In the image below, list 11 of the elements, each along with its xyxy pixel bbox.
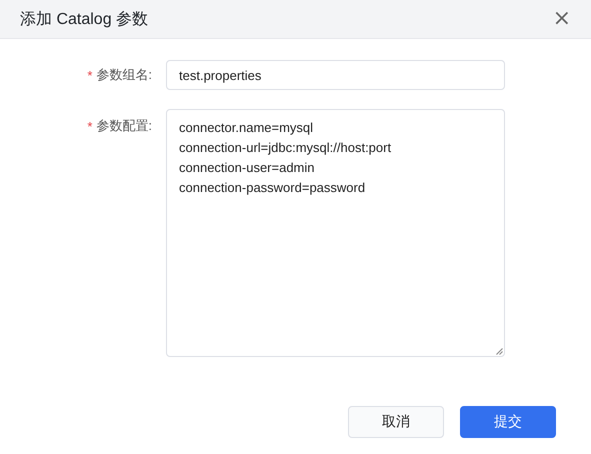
required-mark: * bbox=[87, 118, 92, 134]
field-label: 参数配置: bbox=[96, 117, 152, 135]
close-button[interactable]: × bbox=[552, 8, 571, 30]
input-field[interactable]: test.properties bbox=[166, 60, 505, 90]
submit-button[interactable]: 提交 bbox=[460, 406, 556, 438]
cancel-button[interactable]: 取消 bbox=[348, 406, 444, 438]
required-mark: * bbox=[87, 68, 92, 82]
dialog-title: 添加 Catalog 参数 bbox=[20, 10, 148, 30]
resize-handle-icon[interactable] bbox=[496, 348, 503, 355]
field-label: 参数组名: bbox=[96, 66, 152, 84]
text-area[interactable]: connector.name=mysql connection-url=jdbc:mysql://host:port connection-user=admin connection-password=password bbox=[166, 109, 505, 357]
